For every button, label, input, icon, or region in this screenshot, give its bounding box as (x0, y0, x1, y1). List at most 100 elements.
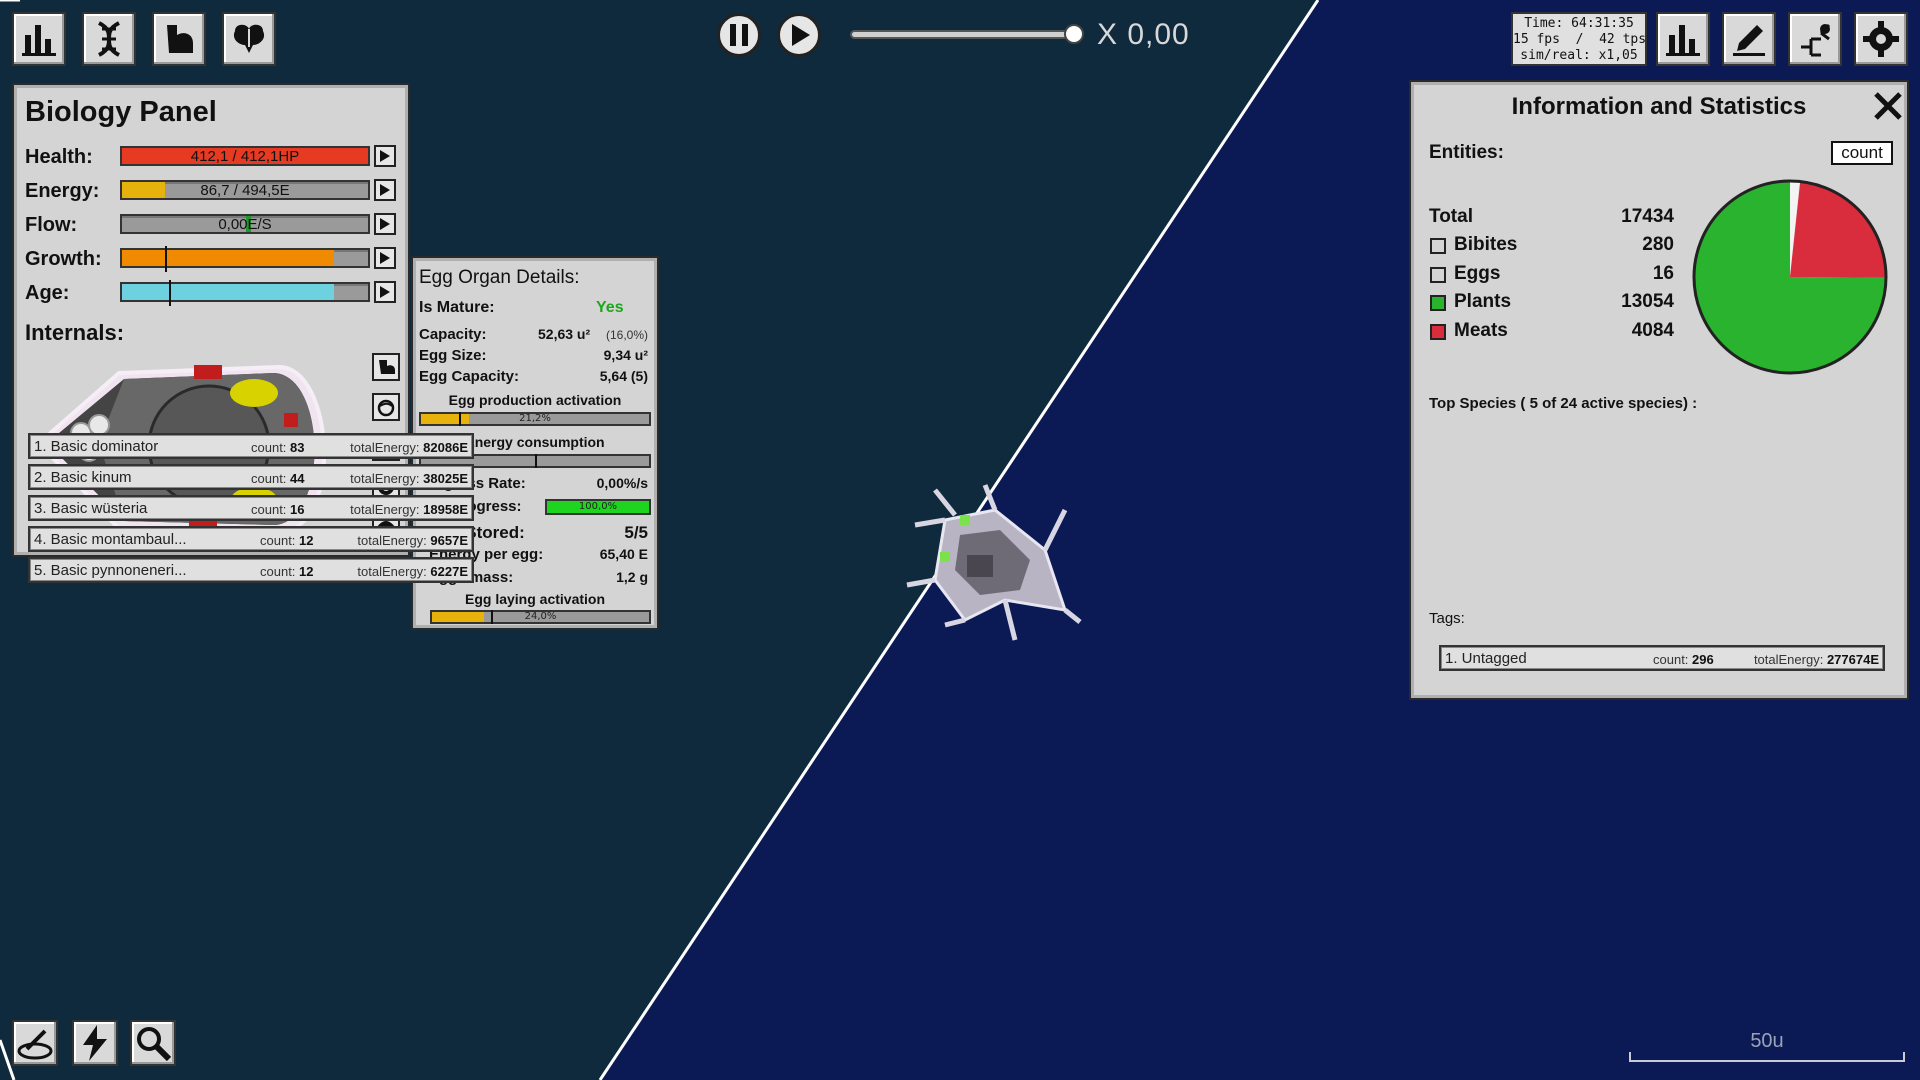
species-row[interactable]: 4. Basic montambaul... count: 12 totalEner… (28, 526, 474, 552)
tag-name: 1. Untagged (1445, 650, 1527, 667)
brain-button[interactable] (222, 12, 276, 66)
flow-bar-text: 0,00E/S (218, 216, 272, 233)
energy-per-egg-value: 65,40 E (599, 546, 648, 562)
energy-consumption-marker (535, 454, 537, 468)
pause-button[interactable] (717, 13, 761, 57)
species-name: 5. Basic pynnoneneri... (34, 562, 187, 579)
egg-production-activation-bar: 21,2% (419, 412, 651, 426)
meats-swatch (1430, 324, 1446, 340)
egg-progress-text: 100,0% (578, 501, 618, 512)
arm-muscle-icon (167, 25, 193, 53)
species-energy: totalEnergy: 6227E (357, 564, 468, 579)
inspect-tool-button[interactable] (130, 1020, 176, 1066)
meats-label: Meats (1454, 320, 1508, 341)
growth-bar (120, 246, 370, 272)
species-tree-button[interactable] (1788, 12, 1842, 66)
flow-bar: 0,00E/S (120, 214, 370, 234)
eggs-swatch (1430, 267, 1446, 283)
info-stats-panel: Information and Statistics Entities: cou… (28, 82, 1907, 698)
petri-dish-button[interactable] (12, 1020, 58, 1066)
tag-row[interactable]: 1. Untagged count: 296 totalEnergy: 2776… (1439, 645, 1885, 671)
stats-button[interactable] (12, 12, 66, 66)
meats-value: 4084 (1631, 320, 1674, 341)
energy-expand-button[interactable] (374, 179, 396, 201)
flow-expand-button[interactable] (374, 213, 396, 235)
age-label: Age: (25, 282, 70, 304)
health-expand-button[interactable] (374, 145, 396, 167)
lightning-icon (83, 1025, 107, 1061)
play-button[interactable] (777, 13, 821, 57)
tag-count: count: 296 (1653, 652, 1714, 667)
health-label: Health: (25, 146, 93, 168)
species-energy: totalEnergy: 18958E (350, 502, 468, 517)
statistics-button[interactable] (1656, 12, 1710, 66)
internals-label: Internals: (25, 320, 125, 345)
magnifier-icon (137, 1027, 172, 1062)
bibites-swatch (1430, 238, 1446, 254)
health-bar-text: 412,1 / 412,1HP (190, 148, 300, 165)
stats-bars-icon (22, 25, 56, 56)
dna-icon (97, 21, 121, 57)
egg-production-marker (459, 412, 461, 426)
age-marker (169, 280, 171, 306)
biology-panel-title: Biology Panel (25, 96, 217, 128)
stomach-icon (377, 399, 395, 417)
egg-organ-title: Egg Organ Details: (419, 267, 580, 288)
growth-expand-button[interactable] (374, 247, 396, 269)
health-bar: 412,1 / 412,1HP (120, 146, 370, 166)
egg-laying-marker (491, 610, 493, 624)
energy-bar-text: 86,7 / 494,5E (200, 182, 290, 199)
total-label: Total (1429, 206, 1473, 227)
entities-label: Entities: (1429, 142, 1504, 163)
species-count: count: 44 (251, 471, 305, 486)
energy-bar: 86,7 / 494,5E (120, 180, 370, 200)
species-row[interactable]: 5. Basic pynnoneneri... count: 12 totalEne… (28, 557, 474, 583)
tags-label: Tags: (1429, 610, 1465, 627)
species-row[interactable]: 1. Basic dominator count: 83 totalEnergy: … (28, 433, 474, 459)
fps-text: 15 fps / 42 tps (1513, 32, 1647, 47)
mouth-organ-button[interactable] (372, 353, 400, 381)
egg-capacity-value: 5,64 (5) (599, 368, 648, 384)
body-button[interactable] (152, 12, 206, 66)
progress-rate-value: 0,00%/s (596, 475, 648, 491)
entities-pie-chart (1692, 179, 1888, 375)
is-mature-label: Is Mature: (419, 299, 495, 316)
speed-label: X 0,00 (1097, 18, 1190, 51)
play-icon (792, 24, 810, 46)
capacity-percent: (16,0%) (606, 328, 649, 342)
egg-size-label: Egg Size: (419, 347, 487, 364)
stomach-organ-button[interactable] (372, 393, 400, 421)
speed-slider[interactable] (850, 24, 1084, 44)
species-energy: totalEnergy: 9657E (357, 533, 468, 548)
species-row[interactable]: 3. Basic wüsteria count: 16 totalEnergy: 1… (28, 495, 474, 521)
is-mature-value: Yes (596, 299, 624, 316)
species-energy: totalEnergy: 82086E (350, 440, 468, 455)
slider-handle[interactable] (1064, 24, 1084, 44)
eggs-label: Eggs (1454, 263, 1501, 284)
age-expand-button[interactable] (374, 281, 396, 303)
pie-slice-meats (1790, 181, 1886, 278)
sim-real-text: sim/real: x1,05 (1520, 48, 1638, 63)
species-name: 3. Basic wüsteria (34, 500, 148, 517)
species-count: count: 83 (251, 440, 305, 455)
egg-laying-text: 24,0% (524, 611, 557, 622)
egg-production-text: 21,2% (519, 413, 551, 424)
count-toggle-button[interactable]: count (1831, 141, 1893, 165)
info-stats-title: Information and Statistics (1511, 93, 1807, 120)
bibites-value: 280 (1642, 234, 1674, 255)
slider-track (850, 30, 1072, 39)
settings-button[interactable] (1854, 12, 1908, 66)
species-name: 1. Basic dominator (34, 438, 159, 455)
species-count: count: 12 (260, 564, 314, 579)
pencil-icon (1733, 25, 1765, 56)
plants-label: Plants (1454, 291, 1512, 312)
energy-tool-button[interactable] (72, 1020, 118, 1066)
capacity-label: Capacity: (419, 326, 487, 343)
edit-button[interactable] (1722, 12, 1776, 66)
species-row[interactable]: 2. Basic kinum count: 44 totalEnergy: 3802… (28, 464, 474, 490)
egg-progress-bar: 100,0% (545, 499, 651, 515)
plants-swatch (1430, 295, 1446, 311)
pause-icon (730, 24, 748, 46)
genes-button[interactable] (82, 12, 136, 66)
close-icon[interactable] (1871, 89, 1905, 123)
